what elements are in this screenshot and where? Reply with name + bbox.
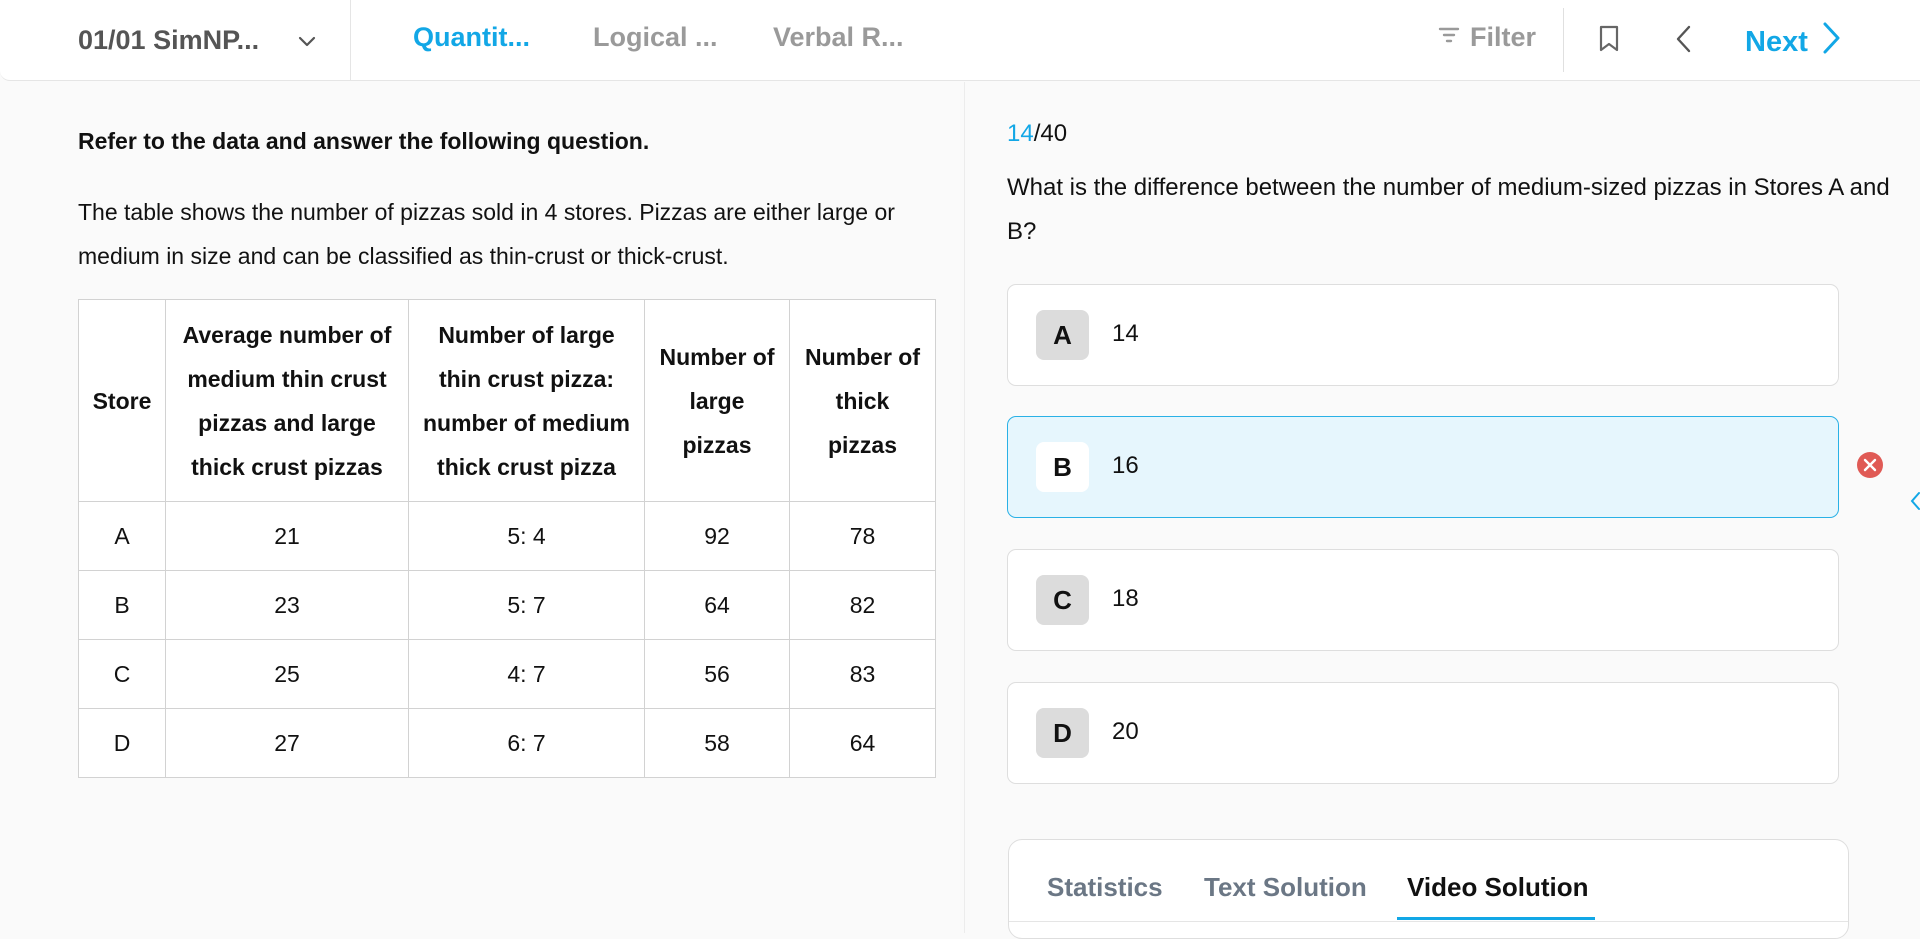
- filter-icon: [1438, 22, 1470, 53]
- tab-verbal[interactable]: Verbal R...: [773, 22, 904, 53]
- passage-text: The table shows the number of pizzas sol…: [78, 199, 895, 269]
- question-set-name: 01/01 SimNP...: [78, 24, 260, 55]
- passage-instruction: Refer to the data and answer the followi…: [78, 128, 650, 154]
- table-cell: 64: [789, 708, 936, 778]
- header-divider: [350, 0, 351, 81]
- tab-quantitative[interactable]: Quantit...: [413, 22, 530, 53]
- option-a[interactable]: A 14: [1007, 284, 1839, 386]
- filter-label: Filter: [1470, 22, 1537, 52]
- option-text: 18: [1112, 585, 1139, 612]
- tab-text-solution[interactable]: Text Solution: [1204, 872, 1367, 903]
- table-cell: 25: [165, 639, 409, 709]
- option-c[interactable]: C 18: [1007, 549, 1839, 651]
- table-header-store: Store: [78, 299, 166, 502]
- tab-video-solution[interactable]: Video Solution: [1407, 872, 1589, 903]
- table-row: B 23 5: 7 64 82: [78, 570, 936, 640]
- chevron-left-icon[interactable]: [1672, 24, 1696, 59]
- table-cell: 23: [165, 570, 409, 640]
- question-total: /40: [1033, 120, 1068, 147]
- table-header-thick: Number of thick pizzas: [789, 299, 936, 502]
- table-header-large: Number of large pizzas: [644, 299, 790, 502]
- table-cell: D: [78, 708, 166, 778]
- bookmark-icon[interactable]: [1597, 24, 1621, 59]
- question-counter: 14/40: [1007, 120, 1067, 148]
- chevron-left-icon[interactable]: [1910, 490, 1920, 517]
- option-letter: C: [1036, 575, 1089, 625]
- chevron-down-icon: [296, 30, 318, 57]
- option-text: 14: [1112, 320, 1139, 347]
- option-text: 20: [1112, 718, 1139, 745]
- table-cell: C: [78, 639, 166, 709]
- solution-panel: Statistics Text Solution Video Solution: [1008, 839, 1849, 939]
- table-cell: 6: 7: [408, 708, 645, 778]
- next-label: Next: [1745, 25, 1808, 58]
- table-cell: 58: [644, 708, 790, 778]
- question-text: What is the difference between the numbe…: [1007, 174, 1890, 245]
- filter-button[interactable]: Filter: [1438, 22, 1536, 53]
- tab-logical[interactable]: Logical ...: [593, 22, 718, 53]
- table-cell: 56: [644, 639, 790, 709]
- next-button[interactable]: Next: [1745, 21, 1842, 63]
- option-text: 16: [1112, 452, 1139, 479]
- table-cell: 5: 4: [408, 501, 645, 571]
- table-row: C 25 4: 7 56 83: [78, 639, 936, 709]
- question-set-dropdown[interactable]: 01/01 SimNP...: [78, 20, 328, 60]
- question-current: 14: [1007, 120, 1034, 147]
- table-row: D 27 6: 7 58 64: [78, 708, 936, 778]
- close-circle-icon: [1856, 451, 1884, 484]
- table-cell: 27: [165, 708, 409, 778]
- tab-statistics[interactable]: Statistics: [1047, 872, 1163, 903]
- option-letter: D: [1036, 708, 1089, 758]
- table-header-row: Store Average number of medium thin crus…: [78, 299, 936, 502]
- table-row: A 21 5: 4 92 78: [78, 501, 936, 571]
- table-cell: A: [78, 501, 166, 571]
- chevron-right-icon: [1808, 21, 1842, 63]
- table-cell: 83: [789, 639, 936, 709]
- option-d[interactable]: D 20: [1007, 682, 1839, 784]
- active-tab-indicator: [1397, 917, 1595, 920]
- option-letter: A: [1036, 310, 1089, 360]
- table-cell: 64: [644, 570, 790, 640]
- top-bar: 01/01 SimNP... Quantit... Logical ... Ve…: [0, 0, 1920, 81]
- solution-tabs-divider: [1009, 921, 1848, 922]
- header-divider-right: [1563, 8, 1564, 72]
- table-cell: 78: [789, 501, 936, 571]
- table-cell: 4: 7: [408, 639, 645, 709]
- data-table: Store Average number of medium thin crus…: [78, 299, 936, 778]
- table-cell: 21: [165, 501, 409, 571]
- table-header-ratio: Number of large thin crust pizza: number…: [408, 299, 645, 502]
- option-b[interactable]: B 16: [1007, 416, 1839, 518]
- table-cell: B: [78, 570, 166, 640]
- table-cell: 5: 7: [408, 570, 645, 640]
- table-header-average: Average number of medium thin crust pizz…: [165, 299, 409, 502]
- table-cell: 92: [644, 501, 790, 571]
- table-cell: 82: [789, 570, 936, 640]
- option-letter: B: [1036, 442, 1089, 492]
